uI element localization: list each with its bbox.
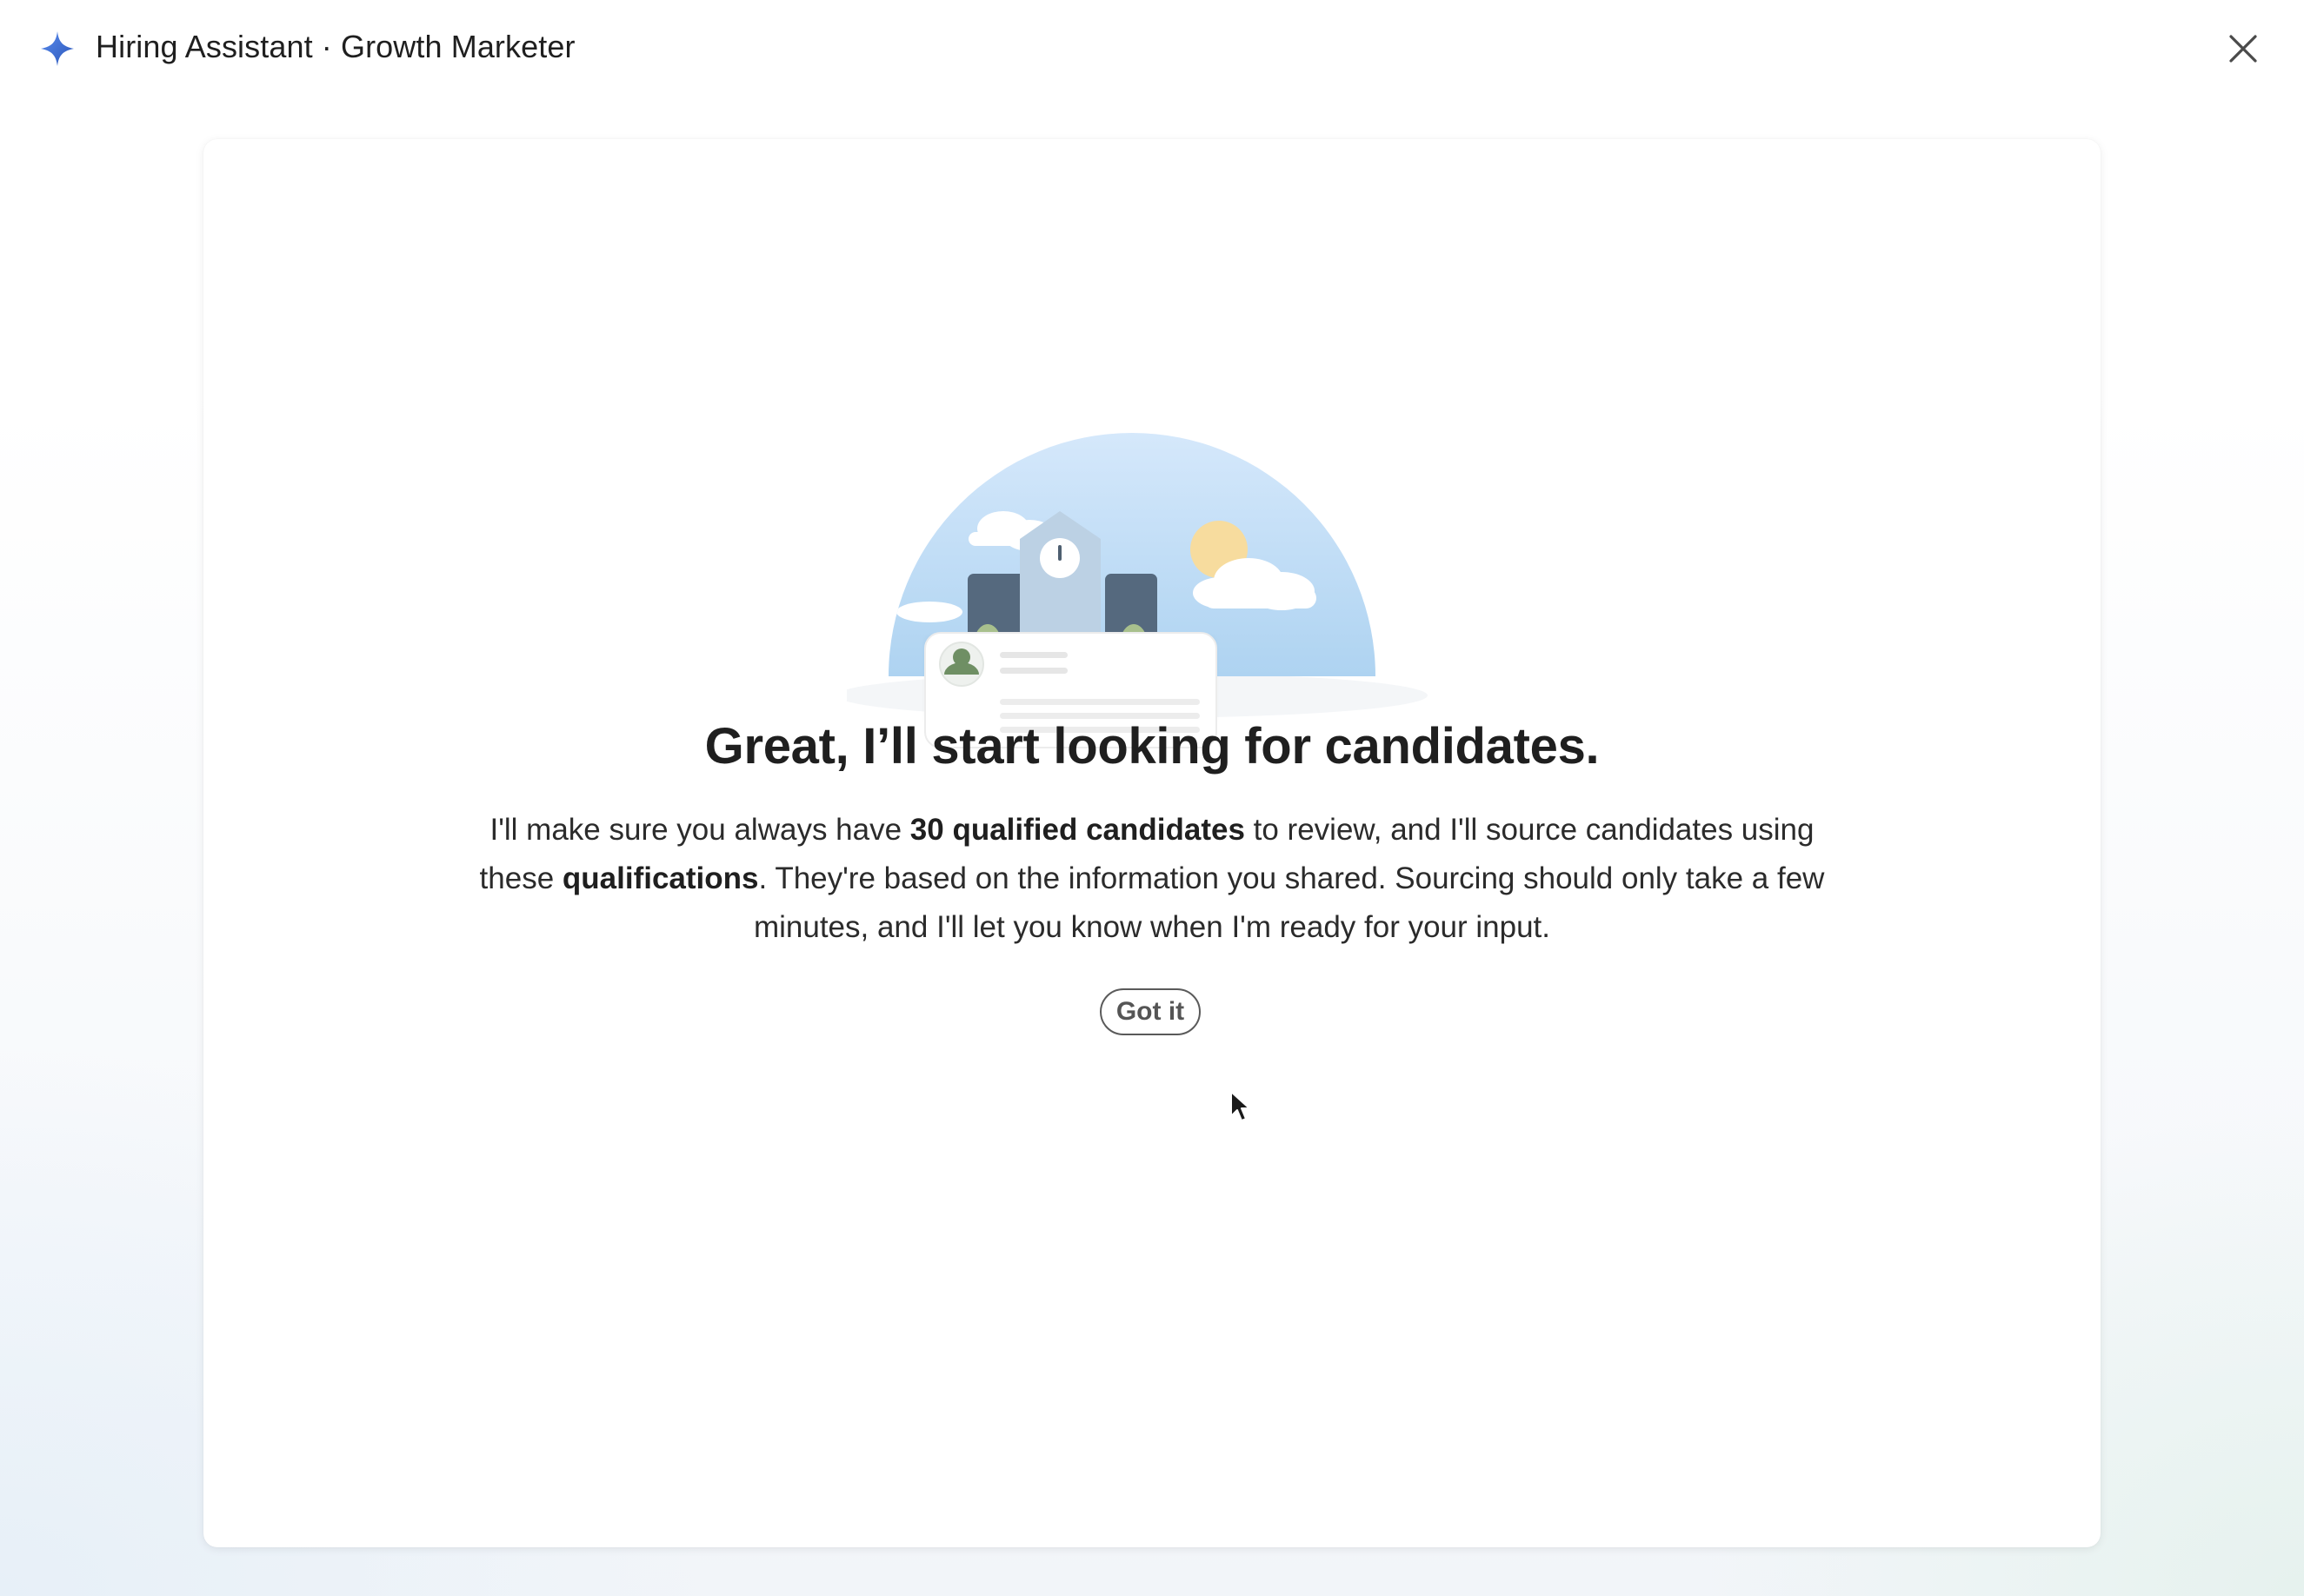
got-it-button[interactable]: Got it	[1100, 988, 1201, 1035]
top-bar: Hiring Assistant · Growth Marketer	[0, 0, 2304, 100]
confirmation-card: Great, I’ll start looking for candidates…	[203, 139, 2101, 1547]
description-text: . They're based on the information you s…	[753, 861, 1825, 944]
mouse-cursor-icon	[1230, 1091, 1250, 1121]
close-button[interactable]	[2224, 30, 2262, 68]
description-text: I'll make sure you always have	[489, 813, 910, 847]
dialog-description: I'll make sure you always have 30 qualif…	[464, 806, 1840, 952]
sparkle-icon	[41, 31, 74, 66]
dialog-headline: Great, I’ll start looking for candidates…	[704, 718, 1600, 775]
app-title: Hiring Assistant · Growth Marketer	[96, 29, 576, 64]
qualified-candidates-count: 30 qualified candidates	[909, 813, 1245, 847]
qualifications-highlight: qualifications	[562, 861, 759, 895]
close-icon	[2229, 35, 2257, 63]
